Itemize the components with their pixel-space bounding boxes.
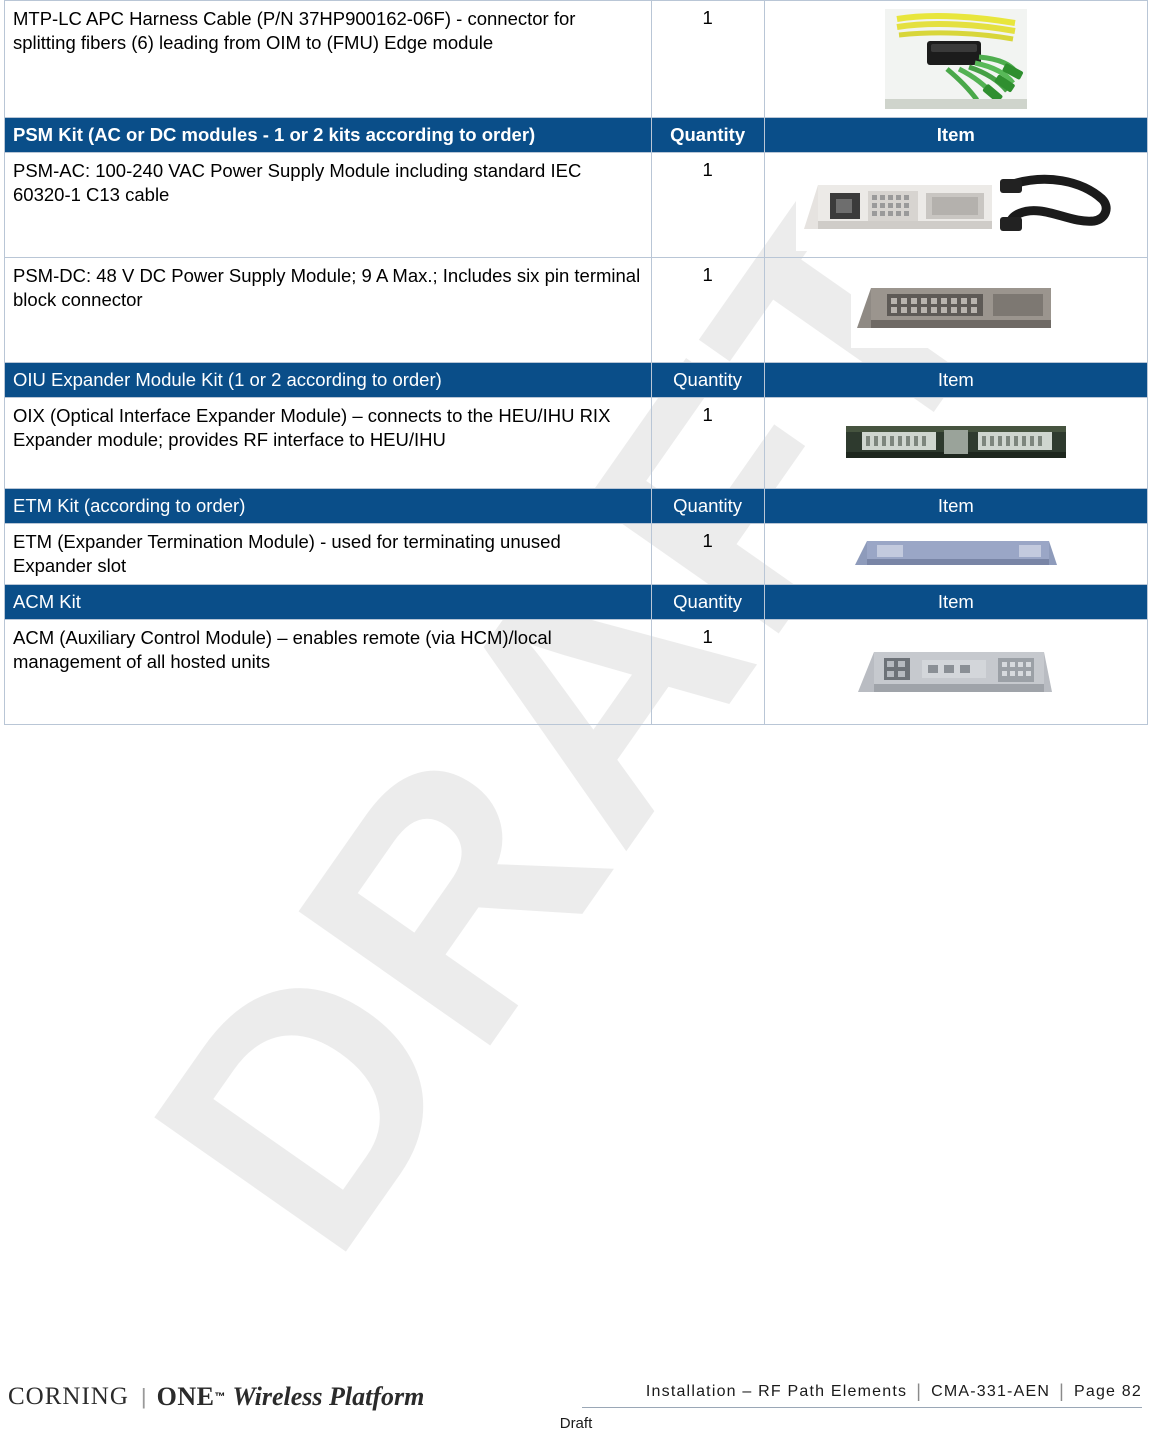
table-row: OIX (Optical Interface Expander Module) …	[4, 397, 1149, 489]
row-description: OIX (Optical Interface Expander Module) …	[4, 397, 652, 489]
fiber-harness-cable-svg	[882, 7, 1029, 111]
section-header-psm: PSM Kit (AC or DC modules - 1 or 2 kits …	[4, 117, 1149, 153]
section-header-oiu: OIU Expander Module Kit (1 or 2 accordin…	[4, 362, 1149, 398]
trademark-icon: ™	[214, 1391, 226, 1403]
section-header-title: OIU Expander Module Kit (1 or 2 accordin…	[4, 362, 652, 398]
footer-document-id: CMA-331-AEN	[931, 1382, 1051, 1400]
row-description: MTP-LC APC Harness Cable (P/N 37HP900162…	[4, 0, 652, 118]
row-quantity: 1	[650, 397, 765, 489]
section-header-title: ACM Kit	[4, 584, 652, 620]
row-quantity: 1	[650, 0, 765, 118]
section-header-title: PSM Kit (AC or DC modules - 1 or 2 kits …	[4, 117, 652, 153]
footer-separator-1: |	[916, 1381, 923, 1401]
row-item-image	[763, 257, 1149, 363]
section-header-acm: ACM Kit Quantity Item	[4, 584, 1149, 620]
section-header-title: ETM Kit (according to order)	[4, 488, 652, 524]
section-header-item-label: Item	[763, 584, 1149, 620]
page-footer: CORNING | ONE ™ Wireless Platform Instal…	[0, 1346, 1152, 1438]
footer-inner: CORNING | ONE ™ Wireless Platform Instal…	[0, 1346, 1152, 1438]
section-header-item-label: Item	[763, 362, 1149, 398]
dc-power-supply-module-photo	[773, 264, 1139, 356]
acm-module-photo	[773, 626, 1139, 718]
row-item-image	[763, 0, 1149, 118]
row-quantity: 1	[650, 152, 765, 258]
oix-expander-module-photo	[773, 404, 1139, 482]
section-header-item-label: Item	[763, 488, 1149, 524]
fiber-harness-cable-photo	[773, 7, 1139, 111]
footer-meta: Installation – RF Path Elements | CMA-33…	[646, 1381, 1142, 1402]
row-item-image	[763, 523, 1149, 585]
section-header-quantity-label: Quantity	[650, 117, 765, 153]
table-row: PSM-AC: 100-240 VAC Power Supply Module …	[4, 152, 1149, 258]
logo-divider: |	[140, 1384, 147, 1409]
dc-power-supply-svg	[850, 272, 1061, 348]
row-description: ACM (Auxiliary Control Module) – enables…	[4, 619, 652, 725]
footer-page-number: Page 82	[1073, 1382, 1142, 1400]
one-wordmark: ONE	[156, 1382, 215, 1411]
footer-separator-2: |	[1059, 1381, 1065, 1401]
table-row: ACM (Auxiliary Control Module) – enables…	[4, 619, 1149, 725]
parts-table: MTP-LC APC Harness Cable (P/N 37HP900162…	[4, 0, 1149, 725]
row-quantity: 1	[650, 619, 765, 725]
section-header-quantity-label: Quantity	[650, 584, 765, 620]
wireless-platform-wordmark: Wireless Platform	[232, 1382, 425, 1411]
table-row: PSM-DC: 48 V DC Power Supply Module; 9 A…	[4, 257, 1149, 363]
section-header-quantity-label: Quantity	[650, 488, 765, 524]
row-item-image	[763, 397, 1149, 489]
footer-draft-status: Draft	[559, 1415, 593, 1432]
table-row: ETM (Expander Termination Module) - used…	[4, 523, 1149, 585]
row-description: PSM-DC: 48 V DC Power Supply Module; 9 A…	[4, 257, 652, 363]
section-header-quantity-label: Quantity	[650, 362, 765, 398]
corning-wordmark: CORNING	[8, 1383, 129, 1410]
footer-section-title: Installation – RF Path Elements	[645, 1382, 908, 1400]
row-item-image	[763, 619, 1149, 725]
section-header-etm: ETM Kit (according to order) Quantity It…	[4, 488, 1149, 524]
row-quantity: 1	[650, 523, 765, 585]
etm-module-svg	[850, 533, 1061, 575]
row-description: PSM-AC: 100-240 VAC Power Supply Module …	[4, 152, 652, 258]
oix-expander-svg	[839, 412, 1072, 474]
etm-module-photo	[773, 530, 1139, 578]
ac-power-supply-svg	[795, 159, 1116, 251]
page-content: MTP-LC APC Harness Cable (P/N 37HP900162…	[0, 0, 1152, 725]
row-quantity: 1	[650, 257, 765, 363]
ac-power-supply-module-photo	[773, 159, 1139, 251]
row-description: ETM (Expander Termination Module) - used…	[4, 523, 652, 585]
footer-divider-rule	[582, 1407, 1142, 1408]
table-row: MTP-LC APC Harness Cable (P/N 37HP900162…	[4, 0, 1149, 118]
section-header-item-label: Item	[763, 117, 1149, 153]
acm-module-svg	[851, 636, 1060, 708]
row-item-image	[763, 152, 1149, 258]
corning-one-logo: CORNING | ONE ™ Wireless Platform	[8, 1382, 424, 1412]
